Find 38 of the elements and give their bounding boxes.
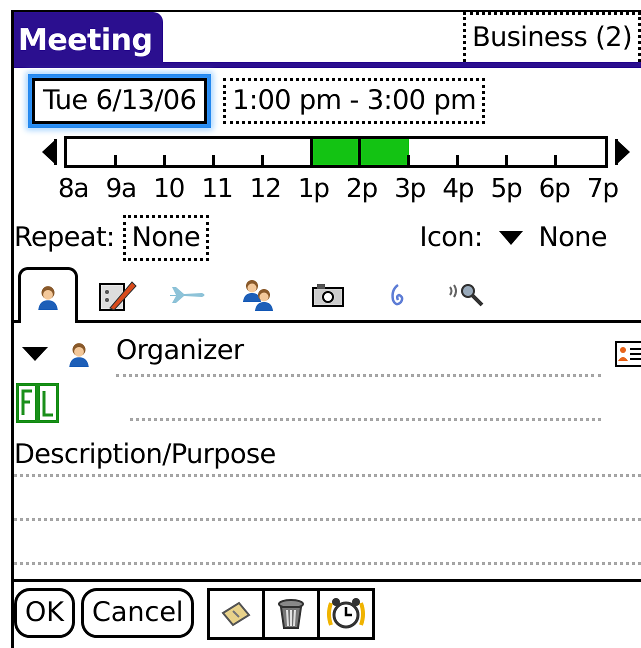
button[interactable]: OK — [14, 588, 75, 638]
hour-label: 1p — [298, 173, 329, 206]
toolbar-button[interactable] — [317, 588, 376, 640]
caret-icon[interactable] — [22, 347, 48, 361]
repeat-selector[interactable]: None — [122, 215, 210, 261]
button[interactable]: Cancel — [80, 588, 194, 638]
organizer-field[interactable]: Organizer — [116, 331, 601, 377]
hour-label: 12 — [250, 173, 281, 206]
name-format-icon[interactable] — [16, 383, 60, 423]
icon-selector[interactable]: None — [498, 218, 607, 258]
hour-label: 6p — [538, 173, 570, 206]
time-block[interactable] — [312, 139, 360, 165]
hour-label: 2p — [346, 173, 378, 206]
time-bar[interactable] — [64, 136, 608, 168]
people-icon — [240, 278, 276, 312]
hour-label: 8a — [58, 173, 88, 206]
scroll-right-icon[interactable] — [614, 137, 632, 167]
description-label: Description/Purpose — [14, 438, 276, 472]
note-icon — [219, 599, 254, 629]
time-selector[interactable]: 1:00 pm - 3:00 pm — [223, 78, 486, 124]
hour-label: 3p — [394, 173, 426, 206]
hour-label: 11 — [201, 173, 233, 206]
category-selector[interactable]: Business (2) — [463, 12, 641, 62]
camera-icon — [311, 282, 345, 308]
time-block[interactable] — [360, 139, 410, 165]
tab[interactable] — [18, 267, 78, 323]
contact-card-icon[interactable] — [615, 341, 641, 367]
repeat-label: Repeat: — [14, 220, 115, 255]
icon-label: Icon: — [420, 220, 483, 255]
hour-label: 4p — [442, 173, 474, 206]
hour-label: 5p — [490, 173, 522, 206]
caret-icon — [498, 231, 523, 245]
scroll-left-icon[interactable] — [40, 137, 58, 167]
trash-icon — [277, 598, 306, 630]
form-title: Meeting — [14, 12, 163, 62]
hour-label: 7p — [586, 173, 618, 206]
hour-label: 9a — [106, 173, 136, 206]
hour-label: 10 — [153, 173, 184, 206]
